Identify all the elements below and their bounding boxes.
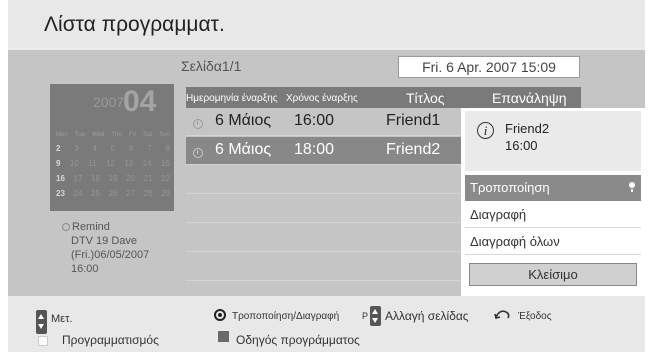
calendar-day: 7 xyxy=(147,144,152,153)
weekday-label: Fri xyxy=(128,132,136,138)
grey-key-icon xyxy=(218,331,229,342)
calendar-day: 22 xyxy=(161,174,170,183)
edit-popup: i Friend2 16:00 Τροποποίηση Διαγραφή Δια… xyxy=(461,108,645,299)
calendar-day: 11 xyxy=(88,159,97,168)
calendar-day: 21 xyxy=(143,174,153,183)
title-bar: Λίστα προγραμματ. xyxy=(8,0,645,48)
calendar-day: 20 xyxy=(126,174,135,183)
popup-info-box: i Friend2 16:00 xyxy=(465,111,641,171)
footer-page-change-label: Αλλαγή σελίδας xyxy=(385,309,469,323)
modify-menu-item[interactable]: Τροποποίηση xyxy=(465,175,641,201)
calendar-day: 25 xyxy=(91,189,100,198)
page-up-down-icon xyxy=(370,306,381,326)
calendar-day: 23 xyxy=(56,189,65,198)
white-key-icon xyxy=(38,336,48,346)
weekday-label: Mon xyxy=(56,132,68,138)
footer-guide-label: Οδηγός προγράμματος xyxy=(236,333,360,347)
weekday-label: Sun xyxy=(159,132,170,138)
weekday-label: Tue xyxy=(74,132,85,138)
current-datetime: Fri. 6 Apr. 2007 15:09 xyxy=(398,56,580,78)
header-title: Τίτλος xyxy=(406,90,445,106)
remind-label: Remind xyxy=(72,221,110,233)
page-counter: Σελίδα1/1 xyxy=(181,58,242,74)
calendar-day: 16 xyxy=(56,174,65,183)
header-start-date: Ημερομηνία έναρξης xyxy=(186,93,278,104)
delete-all-menu-item[interactable]: Διαγραφή όλων xyxy=(465,229,641,255)
row-date: 6 Μάιος xyxy=(215,112,272,129)
calendar-day: 9 xyxy=(56,159,61,168)
weekday-label: Sat xyxy=(143,132,153,138)
calendar-day: 2 xyxy=(56,144,61,153)
calendar-week: 9 10 11 12 13 14 15 xyxy=(56,159,170,168)
ok-button-icon xyxy=(214,309,226,321)
info-icon: i xyxy=(477,122,494,139)
footer-exit-label: Έξοδος xyxy=(518,311,552,322)
footer-move-label: Μετ. xyxy=(51,313,73,325)
row-title: Friend2 xyxy=(386,141,441,158)
clock-icon xyxy=(193,148,203,158)
clock-icon xyxy=(62,223,70,231)
calendar-week: 23 24 25 26 27 28 29 xyxy=(56,189,170,198)
clock-icon xyxy=(193,119,203,129)
remind-time: 16:00 xyxy=(71,263,99,275)
calendar-day: 10 xyxy=(69,159,79,168)
remind-info: Remind DTV 19 Dave (Fri.)06/05/2007 16:0… xyxy=(62,220,149,276)
calendar-day: 13 xyxy=(124,159,134,168)
calendar-year: 2007 xyxy=(93,94,125,110)
header-repeat: Επανάληψη xyxy=(492,90,567,106)
calendar-day: 14 xyxy=(142,159,152,168)
calendar-week: 2 3 4 5 6 7 8 xyxy=(56,144,170,153)
calendar-day: 4 xyxy=(92,144,97,153)
calendar-day: 8 xyxy=(165,144,170,153)
calendar-day: 15 xyxy=(161,159,170,168)
calendar-day: 27 xyxy=(126,189,135,198)
calendar-day: 24 xyxy=(73,189,83,198)
calendar-day: 29 xyxy=(161,189,170,198)
row-time: 18:00 xyxy=(294,141,335,158)
weekday-label: Thu xyxy=(111,132,122,138)
list-header: Ημερομηνία έναρξης Χρόνος έναρξης Τίτλος… xyxy=(186,87,581,108)
calendar-day: 19 xyxy=(108,174,118,183)
calendar-day: 12 xyxy=(105,159,115,168)
exit-return-icon xyxy=(494,310,510,319)
weekday-label: Wed xyxy=(92,132,105,138)
calendar-day: 6 xyxy=(129,144,134,153)
modify-label: Τροποποίηση xyxy=(470,180,550,195)
calendar-week: 16 17 18 19 20 21 22 xyxy=(56,174,170,183)
calendar-day: 5 xyxy=(110,144,116,153)
footer-p-label: P xyxy=(362,311,369,321)
row-time: 16:00 xyxy=(294,112,335,129)
popup-program-time: 16:00 xyxy=(505,138,538,153)
calendar-day: 17 xyxy=(73,174,83,183)
calendar-month: 04 xyxy=(123,85,157,118)
calendar-day: 28 xyxy=(143,189,153,198)
calendar-day: 3 xyxy=(74,144,79,153)
calendar-weekdays: Mon Tue Wed Thu Fri Sat Sun xyxy=(56,132,170,138)
mini-calendar: 2007 04 Mon Tue Wed Thu Fri Sat Sun 2 3 … xyxy=(50,84,174,211)
header-start-time: Χρόνος έναρξης xyxy=(286,93,358,104)
calendar-day: 26 xyxy=(108,189,118,198)
remind-date: (Fri.)06/05/2007 xyxy=(71,249,150,261)
row-title: Friend1 xyxy=(386,112,441,129)
remind-channel: DTV 19 Dave xyxy=(71,235,138,247)
bulb-icon xyxy=(629,182,635,193)
footer-program-label: Προγραμματισμός xyxy=(62,333,159,347)
calendar-day: 18 xyxy=(91,174,100,183)
up-down-arrows-icon xyxy=(36,310,47,334)
row-date: 6 Μάιος xyxy=(215,141,272,158)
popup-program-name: Friend2 xyxy=(505,121,550,136)
footer-modify-delete-label: Τροποποίηση/Διαγραφή xyxy=(232,311,340,322)
delete-menu-item[interactable]: Διαγραφή xyxy=(465,202,641,228)
schedule-screen: Λίστα προγραμματ. Σελίδα1/1 Fri. 6 Apr. … xyxy=(8,0,645,352)
page-title: Λίστα προγραμματ. xyxy=(44,13,225,36)
close-button[interactable]: Κλείσιμο xyxy=(469,263,637,286)
